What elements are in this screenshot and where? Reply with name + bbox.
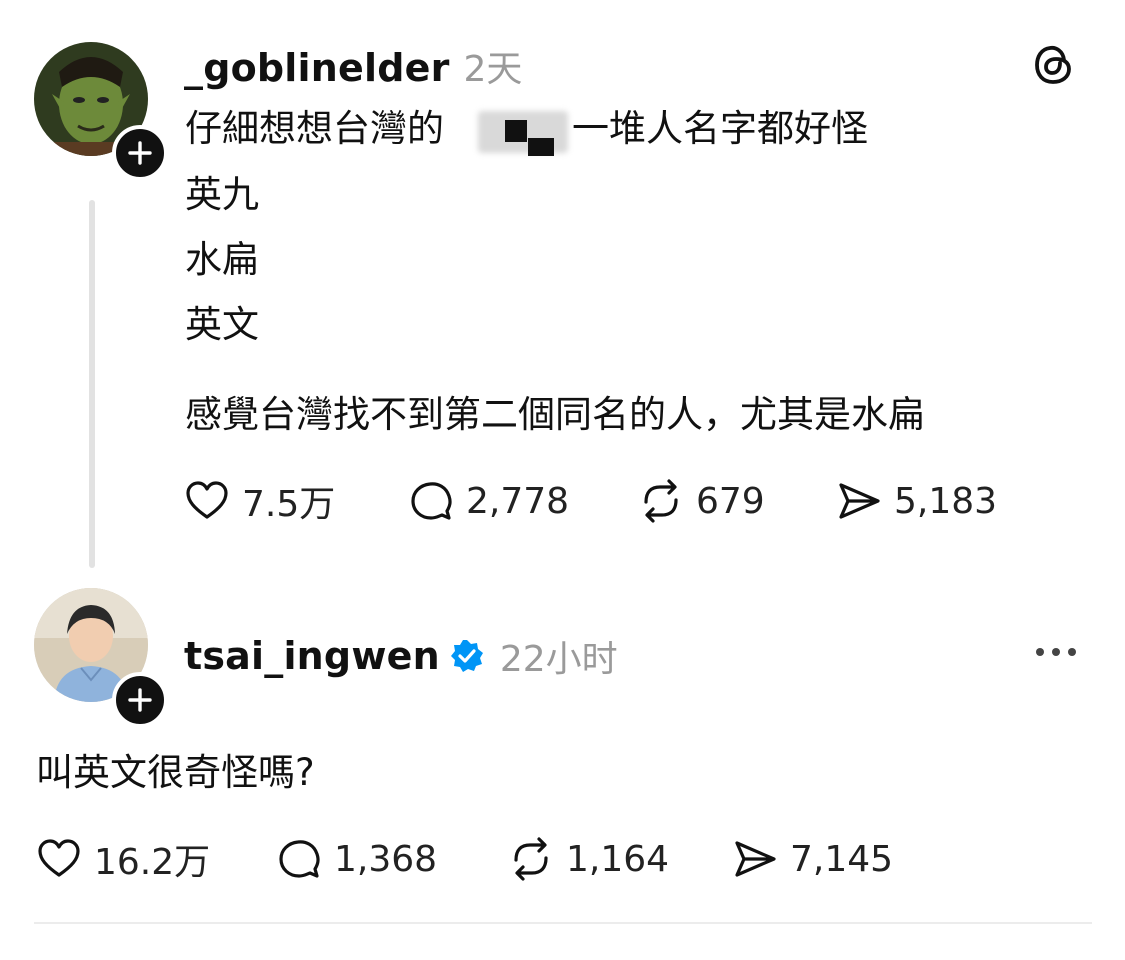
post1-line-3: 水扁 xyxy=(185,238,259,281)
like-count: 7.5万 xyxy=(242,484,336,525)
heart-icon xyxy=(38,839,80,877)
follow-button-tsai-ingwen[interactable] xyxy=(112,672,168,728)
comment-button[interactable]: 1,368 xyxy=(276,834,437,884)
repost-count: 679 xyxy=(696,480,765,522)
heart-icon xyxy=(186,481,228,519)
like-button[interactable]: 7.5万 xyxy=(184,476,335,526)
repost-count: 1,164 xyxy=(566,838,670,880)
post1-line-1-part-a: 仔細想想台灣的 xyxy=(185,107,444,150)
verified-badge-icon xyxy=(450,640,483,672)
repost-icon xyxy=(514,837,548,881)
comment-count: 1,368 xyxy=(334,838,438,880)
username-goblinelder[interactable]: _goblinelder xyxy=(184,46,450,90)
like-button[interactable]: 16.2万 xyxy=(36,834,210,884)
plus-icon xyxy=(128,688,152,712)
plus-icon xyxy=(128,141,152,165)
send-icon xyxy=(735,841,776,877)
comment-bubble-icon xyxy=(279,840,320,878)
send-icon xyxy=(839,483,880,519)
thread-connector-line xyxy=(89,200,95,568)
follow-button-goblinelder[interactable] xyxy=(112,125,168,181)
repost-button[interactable]: 1,164 xyxy=(508,834,669,884)
comment-button[interactable]: 2,778 xyxy=(408,476,569,526)
share-count: 7,145 xyxy=(790,838,894,880)
post-divider xyxy=(34,922,1092,924)
like-count: 16.2万 xyxy=(94,842,211,883)
post-time: 22小时 xyxy=(499,639,618,680)
share-button[interactable]: 7,145 xyxy=(732,834,893,884)
redacted-block xyxy=(528,138,554,156)
repost-icon xyxy=(644,479,678,523)
threads-logo-icon[interactable] xyxy=(1030,40,1078,88)
comment-count: 2,778 xyxy=(466,480,570,522)
repost-button[interactable]: 679 xyxy=(638,476,765,526)
comment-bubble-icon xyxy=(411,482,452,520)
post1-line-4: 英文 xyxy=(185,303,259,346)
share-button[interactable]: 5,183 xyxy=(836,476,997,526)
post-time: 2天 xyxy=(463,49,523,90)
post1-line-5: 感覺台灣找不到第二個同名的人，尤其是水扁 xyxy=(185,393,925,436)
post1-line-1-part-b: 一堆人名字都好怪 xyxy=(572,107,868,150)
post2-text: 叫英文很奇怪嗎? xyxy=(36,751,315,794)
username-tsai-ingwen[interactable]: tsai_ingwen xyxy=(184,634,440,678)
redacted-block xyxy=(505,120,527,142)
post1-line-2: 英九 xyxy=(185,173,259,216)
share-count: 5,183 xyxy=(894,480,998,522)
more-dots-icon[interactable] xyxy=(1032,640,1080,664)
